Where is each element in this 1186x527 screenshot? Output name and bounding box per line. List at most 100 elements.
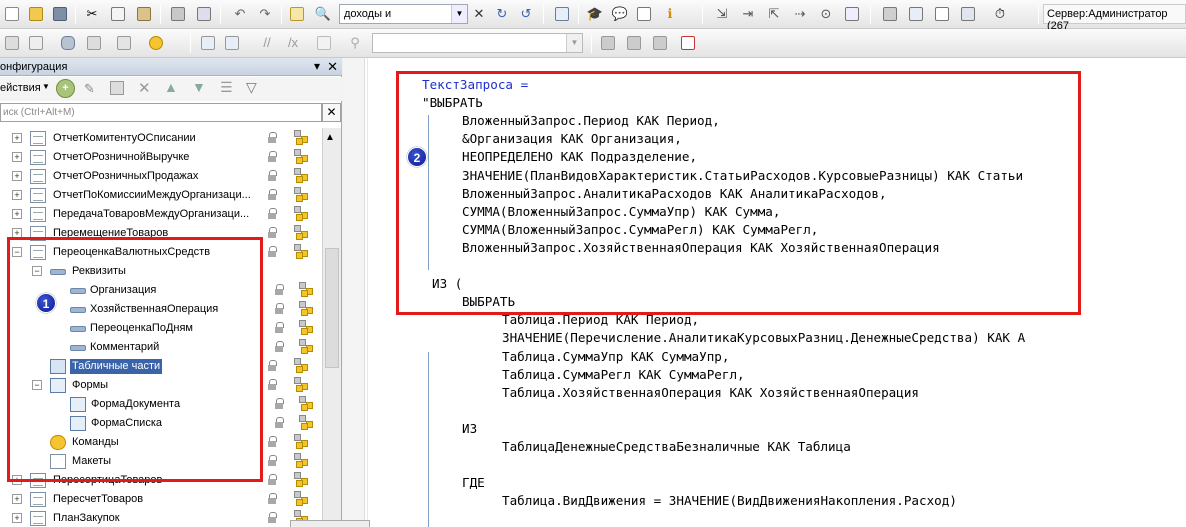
expand-icon[interactable]: + — [12, 171, 22, 181]
lock-icon — [268, 474, 277, 485]
support-status-icon — [299, 339, 315, 355]
new-file-icon[interactable] — [2, 4, 22, 24]
syntax-helper-icon[interactable] — [634, 4, 654, 24]
move-up-icon[interactable]: ▲ — [164, 79, 178, 95]
main-toolbar: ✂ ↶ ↷ 🔍 доходы и ▼ ✕ ↻ ↺ 🎓 💬 ℹ ⇲ ⇥ ⇱ ⇢ ⊙… — [0, 0, 1186, 32]
code-line: ИЗ — [462, 420, 478, 436]
actions-menu[interactable]: ействия — [0, 82, 41, 94]
close-icon[interactable]: ✕ — [327, 59, 338, 75]
paste-icon[interactable] — [134, 4, 154, 24]
sort-icon[interactable]: ☰ — [220, 79, 233, 96]
tree-row[interactable]: + ПередачаТоваровМеждуОрганизаци... — [0, 205, 322, 224]
help-question-icon[interactable]: 💬 — [610, 4, 630, 24]
run-debug-icon[interactable] — [114, 33, 134, 53]
edit-icon[interactable]: ✎ — [84, 81, 95, 97]
breakpoint-icon[interactable]: ⊙ — [816, 4, 836, 24]
copy-icon[interactable] — [108, 4, 128, 24]
tree-scrollbar[interactable]: ▲ — [322, 128, 341, 527]
run-to-cursor-icon[interactable]: ⇢ — [790, 4, 810, 24]
cut-icon[interactable]: ✂ — [82, 4, 102, 24]
tree-row[interactable]: + ОтчетКомитентуОСписании — [0, 129, 322, 148]
bookmark-icon[interactable] — [598, 33, 618, 53]
tree-row[interactable]: + ПересчетТоваров — [0, 490, 322, 509]
code-line: Таблица.СуммаУпр КАК СуммаУпр, — [502, 348, 730, 364]
open-folder-icon[interactable] — [26, 4, 46, 24]
info-icon[interactable]: ℹ — [660, 4, 680, 24]
config-settings-icon[interactable] — [958, 4, 978, 24]
evaluate-icon[interactable] — [842, 4, 862, 24]
chevron-down-icon[interactable]: ▼ — [42, 82, 50, 91]
comment-icon[interactable]: // — [257, 33, 277, 53]
lock-icon — [275, 284, 284, 295]
table-edit-icon[interactable] — [26, 33, 46, 53]
expand-icon[interactable]: + — [12, 133, 22, 143]
bookmark-prev-icon[interactable] — [650, 33, 670, 53]
chevron-down-icon[interactable]: ▼ — [566, 34, 582, 52]
undo-icon[interactable]: ↶ — [230, 4, 250, 24]
print-preview-icon[interactable] — [194, 4, 214, 24]
windows-icon[interactable] — [552, 4, 572, 24]
tree-search-placeholder: иск (Ctrl+Alt+M) — [3, 107, 75, 118]
filter-icon[interactable]: ▽ — [246, 79, 257, 96]
bookmark-next-icon[interactable] — [624, 33, 644, 53]
lock-icon — [268, 227, 277, 238]
tree-search-input[interactable]: иск (Ctrl+Alt+M) — [0, 103, 322, 122]
compare-icon[interactable] — [84, 33, 104, 53]
find-previous-icon[interactable]: ↺ — [516, 4, 536, 24]
panel-title: онфигурация — [0, 61, 68, 73]
module-icon[interactable] — [198, 33, 218, 53]
expand-icon[interactable]: + — [12, 209, 22, 219]
database-icon[interactable] — [58, 33, 78, 53]
support-status-icon — [294, 130, 310, 146]
clear-search-icon[interactable]: ✕ — [469, 4, 489, 24]
refresh-icon[interactable] — [146, 33, 166, 53]
tree-row[interactable]: + ОтчетОРозничныхПродажах — [0, 167, 322, 186]
search-combo[interactable]: доходы и ▼ — [339, 4, 468, 24]
code-line: Таблица.СуммаРегл КАК СуммаРегл, — [502, 366, 745, 382]
clock-icon[interactable]: ⏱ — [990, 4, 1010, 24]
copy-item-icon[interactable] — [110, 81, 124, 95]
support-status-icon — [294, 358, 310, 374]
tree-row[interactable]: + ОтчетОРозничнойВыручке — [0, 148, 322, 167]
config-update-icon[interactable] — [880, 4, 900, 24]
find-method-icon[interactable]: ⚲ — [345, 33, 365, 53]
table-icon[interactable] — [2, 33, 22, 53]
tree-row[interactable]: + ПланЗакупок — [0, 509, 322, 527]
module-list-icon[interactable] — [222, 33, 242, 53]
tree-row-label: ПланЗакупок — [53, 512, 120, 524]
search-clear-icon[interactable]: ✕ — [322, 103, 341, 122]
add-icon[interactable]: + — [56, 79, 75, 98]
bottom-tab[interactable] — [290, 520, 370, 527]
procedures-combo[interactable]: ▼ — [372, 33, 583, 53]
pin-icon[interactable]: ▾ — [314, 59, 320, 73]
config-compare-icon[interactable] — [906, 4, 926, 24]
find-next-icon[interactable]: ↻ — [492, 4, 512, 24]
save-icon[interactable] — [50, 4, 70, 24]
uncomment-icon[interactable]: /x — [283, 33, 303, 53]
secondary-toolbar: // /x ⚲ ▼ — [0, 29, 1186, 58]
doc-icon — [30, 207, 46, 222]
bookmark-clear-icon[interactable] — [678, 33, 698, 53]
expand-icon[interactable]: + — [12, 494, 22, 504]
move-down-icon[interactable]: ▼ — [192, 79, 206, 95]
chevron-down-icon[interactable]: ▼ — [451, 5, 467, 23]
redo-icon[interactable]: ↷ — [255, 4, 275, 24]
scroll-up-icon[interactable]: ▲ — [325, 132, 335, 143]
tree-row[interactable]: + ОтчетПоКомиссииМеждуОрганизаци... — [0, 186, 322, 205]
scroll-thumb[interactable] — [325, 248, 339, 368]
wizard-icon[interactable]: 🎓 — [585, 4, 605, 24]
delete-icon[interactable]: ✕ — [138, 79, 151, 97]
expand-icon[interactable]: + — [12, 190, 22, 200]
lock-icon — [268, 436, 277, 447]
step-into-icon[interactable]: ⇲ — [712, 4, 732, 24]
expand-icon[interactable]: + — [12, 513, 22, 523]
find-in-list-icon[interactable] — [287, 4, 307, 24]
expand-icon[interactable]: + — [12, 152, 22, 162]
step-over-icon[interactable]: ⇥ — [738, 4, 758, 24]
format-icon[interactable] — [314, 33, 334, 53]
config-open-icon[interactable] — [932, 4, 952, 24]
print-icon[interactable] — [168, 4, 188, 24]
search-icon[interactable]: 🔍 — [313, 4, 333, 24]
code-line: Таблица.ВидДвижения = ЗНАЧЕНИЕ(ВидДвижен… — [502, 493, 957, 509]
step-out-icon[interactable]: ⇱ — [764, 4, 784, 24]
